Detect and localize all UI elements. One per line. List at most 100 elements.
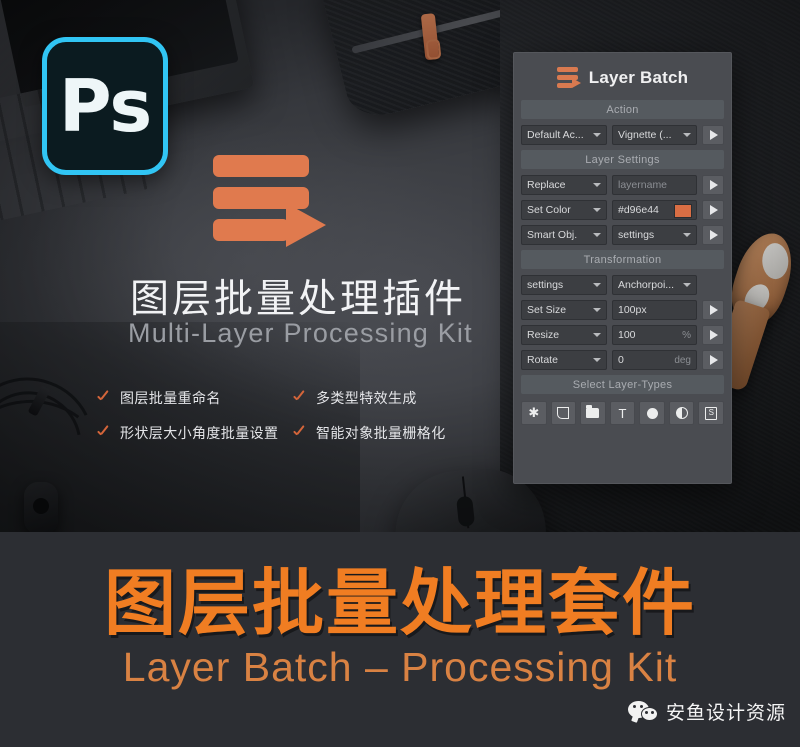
wechat-eye	[650, 710, 654, 714]
rename-mode-select[interactable]: Replace	[521, 175, 607, 195]
pixel-layer-icon	[557, 407, 570, 419]
smart-object-row[interactable]: Smart Obj. settings	[521, 225, 724, 245]
action-name-select[interactable]: Vignette (...	[612, 125, 697, 145]
check-icon	[292, 426, 307, 441]
transform-settings-row[interactable]: settings Anchorpoi...	[521, 275, 724, 295]
anchorpoint-value: Anchorpoi...	[618, 279, 675, 291]
banner-title-cn: 图层批量处理套件	[103, 561, 696, 645]
anchorpoint-select[interactable]: Anchorpoi...	[612, 275, 697, 295]
watermark-label: 安鱼设计资源	[665, 702, 786, 724]
run-rename-button[interactable]	[702, 175, 724, 195]
feature-item: 多类型特效生成	[292, 388, 446, 408]
layer-type-all-layers-button[interactable]: ✱	[521, 401, 547, 425]
color-hex-input[interactable]: #d96e44	[612, 200, 697, 220]
color-swatch[interactable]	[674, 204, 692, 218]
wechat-eye	[632, 704, 636, 708]
wechat-eye	[639, 704, 643, 708]
run-smart-object-button[interactable]	[702, 225, 724, 245]
zipper-pull-icon	[420, 13, 440, 61]
feature-item: 形状层大小角度批量设置	[96, 423, 278, 443]
layer-batch-panel[interactable]: Layer Batch Action Default Ac... Vignett…	[513, 52, 732, 484]
smart-object-icon: S	[705, 406, 718, 420]
rename-mode-value: Replace	[527, 179, 566, 191]
check-icon	[292, 391, 307, 406]
feature-label: 多类型特效生成	[316, 391, 417, 407]
layer-type-shape-button[interactable]	[639, 401, 665, 425]
wechat-bubble-small	[640, 706, 658, 721]
feature-label: 形状层大小角度批量设置	[120, 426, 279, 442]
earphone-remote	[24, 482, 58, 532]
promo-poster: Ps 图层批量处理插件 Multi-Layer Processing Kit 图…	[0, 0, 800, 747]
resize-row[interactable]: Resize 100 %	[521, 325, 724, 345]
brand-bar	[556, 67, 578, 72]
adjustment-layer-icon	[675, 407, 688, 419]
chevron-down-icon	[683, 133, 691, 137]
brand-bar	[213, 219, 289, 241]
chevron-down-icon	[593, 133, 601, 137]
run-set-color-button[interactable]	[702, 200, 724, 220]
rotate-select[interactable]: Rotate	[521, 350, 607, 370]
run-resize-button[interactable]	[702, 325, 724, 345]
asterisk-icon: ✱	[528, 405, 540, 420]
play-triangle-icon	[571, 78, 581, 88]
hero-title-en: Multi-Layer Processing Kit	[128, 318, 473, 348]
layer-type-group-folder-button[interactable]	[580, 401, 606, 425]
shape-layer-icon	[646, 407, 658, 419]
layername-input[interactable]: layername	[612, 175, 697, 195]
bottom-banner: 图层批量处理套件 Layer Batch – Processing Kit 安鱼…	[0, 532, 800, 747]
panel-header: Layer Batch	[521, 61, 724, 95]
photoshop-logo-icon: Ps	[42, 37, 168, 175]
feature-label: 图层批量重命名	[120, 391, 221, 407]
layer-type-buttons: ✱ T S	[521, 401, 725, 425]
layer-type-adjustment-button[interactable]	[668, 401, 695, 425]
action-set-select[interactable]: Default Ac...	[521, 125, 607, 145]
rotate-value: 0	[618, 354, 624, 366]
layer-type-smart-object-button[interactable]: S	[698, 401, 725, 425]
rotate-input[interactable]: 0 deg	[612, 350, 697, 370]
action-set-value: Default Ac...	[527, 129, 584, 141]
photoshop-logo-label: Ps	[58, 64, 152, 148]
chevron-down-icon	[593, 183, 601, 187]
layer-bars-play-icon	[213, 155, 329, 247]
set-size-row[interactable]: Set Size 100px	[521, 300, 724, 320]
run-rotate-button[interactable]	[702, 350, 724, 370]
check-icon	[96, 391, 111, 406]
set-size-input[interactable]: 100px	[612, 300, 697, 320]
resize-label: Resize	[527, 329, 560, 341]
transform-settings-select[interactable]: settings	[521, 275, 607, 295]
feature-item: 智能对象批量栅格化	[292, 423, 446, 443]
feature-label: 智能对象批量栅格化	[316, 426, 446, 442]
smart-object-value: Smart Obj.	[527, 229, 578, 241]
set-size-label: Set Size	[527, 304, 567, 316]
layer-type-text-button[interactable]: T	[609, 401, 636, 425]
resize-value: 100	[618, 329, 636, 341]
check-icon	[96, 426, 111, 441]
wechat-watermark: 安鱼设计资源	[627, 698, 786, 725]
rename-row[interactable]: Replace layername	[521, 175, 724, 195]
action-name-value: Vignette (...	[618, 129, 672, 141]
text-layer-icon: T	[618, 405, 627, 421]
smart-object-settings-select[interactable]: settings	[612, 225, 697, 245]
wechat-icon	[627, 699, 658, 725]
chevron-down-icon	[593, 283, 601, 287]
layer-bars-play-icon	[556, 67, 581, 89]
transform-settings-value: settings	[527, 279, 564, 291]
rotate-row[interactable]: Rotate 0 deg	[521, 350, 724, 370]
set-color-row[interactable]: Set Color #d96e44	[521, 200, 724, 220]
smart-object-select[interactable]: Smart Obj.	[521, 225, 607, 245]
hero-title-cn: 图层批量处理插件	[130, 277, 467, 322]
resize-select[interactable]: Resize	[521, 325, 607, 345]
feature-column-left: 图层批量重命名 形状层大小角度批量设置	[96, 388, 278, 458]
run-set-size-button[interactable]	[702, 300, 724, 320]
set-color-select[interactable]: Set Color	[521, 200, 607, 220]
banner-subtitle-en: Layer Batch – Processing Kit	[122, 644, 678, 690]
layer-type-pixel-layer-button[interactable]	[550, 401, 577, 425]
chevron-down-icon	[593, 233, 601, 237]
section-header-action: Action	[521, 100, 724, 119]
chevron-down-icon	[683, 283, 691, 287]
section-header-layer-settings: Layer Settings	[521, 150, 724, 169]
resize-input[interactable]: 100 %	[612, 325, 697, 345]
run-action-button[interactable]	[702, 125, 724, 145]
set-size-select[interactable]: Set Size	[521, 300, 607, 320]
action-row[interactable]: Default Ac... Vignette (...	[521, 125, 724, 145]
